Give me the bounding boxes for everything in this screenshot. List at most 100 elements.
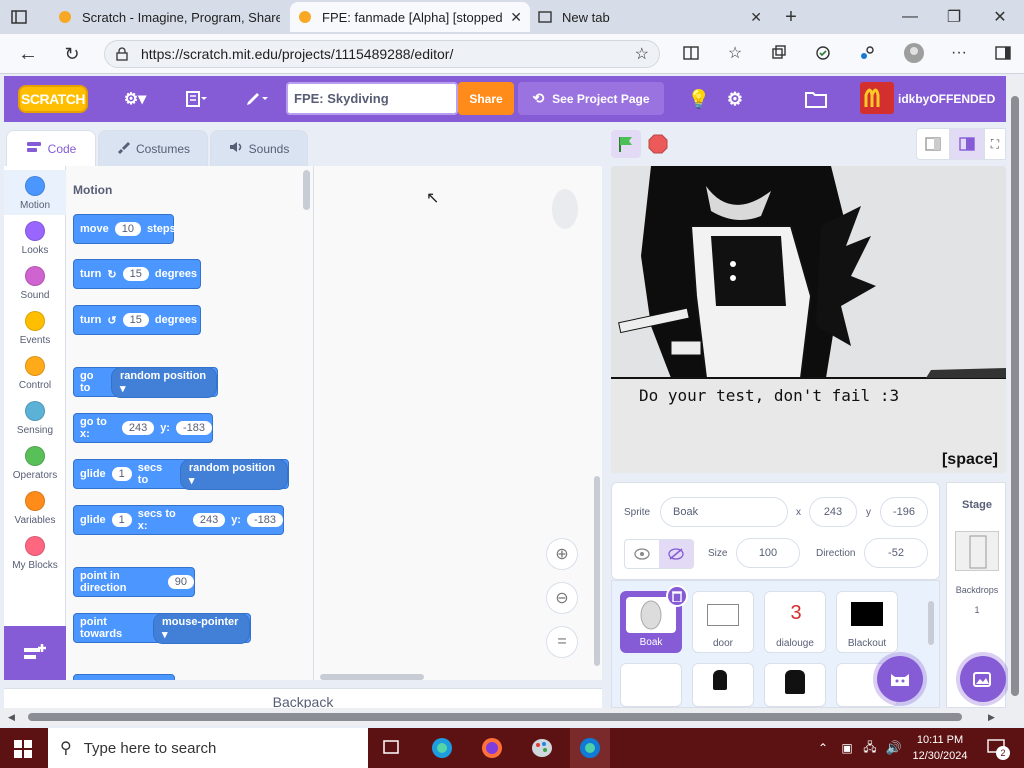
sprite-thumb-5[interactable]: [620, 663, 682, 707]
choose-backdrop-button[interactable]: [960, 656, 1006, 702]
x-input[interactable]: 243: [192, 513, 226, 527]
point-towards-block[interactable]: point towards mouse-pointer ▾: [73, 612, 251, 644]
go-to-xy-block[interactable]: go to x: 243 y: -183: [73, 413, 213, 443]
category-operators[interactable]: Operators: [4, 440, 66, 485]
page-h-scrollbar[interactable]: ◀ ▶: [0, 708, 1024, 726]
zoom-out-button[interactable]: ⊖: [546, 582, 578, 614]
show-eye-icon[interactable]: [625, 540, 659, 568]
favorites-icon[interactable]: ☆: [724, 42, 746, 64]
scroll-left-arrow-icon[interactable]: ◀: [8, 712, 15, 723]
category-sound[interactable]: Sound: [4, 260, 66, 305]
category-variables[interactable]: Variables: [4, 485, 66, 530]
size-input[interactable]: 100: [736, 538, 800, 568]
address-bar[interactable]: https://scratch.mit.edu/projects/1115489…: [104, 40, 660, 68]
paint-taskbar-icon[interactable]: [528, 734, 556, 762]
add-extension-button[interactable]: [4, 626, 66, 680]
minimize-button[interactable]: —: [900, 8, 920, 26]
scratch-logo[interactable]: SCRATCH: [18, 85, 88, 113]
glide-to-block[interactable]: glide 1 secs to random position ▾: [73, 458, 289, 490]
tab-code[interactable]: Code: [6, 130, 96, 166]
browser-tab-project[interactable]: FPE: fanmade [Alpha] [stopped up ✕: [290, 2, 530, 32]
taskbar-search-box[interactable]: ⚲ Type here to search: [48, 728, 368, 768]
notifications-button[interactable]: 2: [984, 736, 1010, 760]
category-my-blocks[interactable]: My Blocks: [4, 530, 66, 575]
my-stuff-folder-icon[interactable]: [802, 86, 830, 112]
stage-canvas[interactable]: Do your test, don't fail :3 [space]: [611, 166, 1006, 473]
network-icon[interactable]: 🖧: [860, 738, 880, 758]
y-position-input[interactable]: -196: [880, 497, 928, 527]
direction-input[interactable]: 90: [167, 575, 194, 589]
secs-input[interactable]: 1: [111, 467, 132, 481]
sprite-name-input[interactable]: Boak: [660, 497, 788, 527]
zoom-in-button[interactable]: ⊕: [546, 538, 578, 570]
turn-right-block[interactable]: turn ↻ 15 degrees: [73, 259, 201, 289]
new-tab-button[interactable]: +: [780, 6, 802, 28]
workspace-h-scrollbar[interactable]: [320, 674, 424, 680]
partial-block[interactable]: [73, 674, 175, 680]
category-sensing[interactable]: Sensing: [4, 395, 66, 440]
more-options-icon[interactable]: ···: [948, 42, 970, 64]
page-v-scrollbar[interactable]: [1008, 76, 1022, 710]
category-control[interactable]: Control: [4, 350, 66, 395]
stop-button[interactable]: [646, 132, 670, 156]
edge-beta-taskbar-icon[interactable]: [570, 728, 610, 768]
debug-gear-icon[interactable]: ⚙: [722, 86, 748, 112]
browser-essentials-icon[interactable]: [812, 42, 834, 64]
sprite-thumb-dialouge[interactable]: 3 dialouge: [764, 591, 826, 653]
secs-input[interactable]: 1: [111, 513, 132, 527]
close-tab-icon[interactable]: ✕: [510, 9, 522, 26]
sprite-list-scrollbar[interactable]: [928, 601, 934, 645]
delete-sprite-button[interactable]: [666, 585, 688, 607]
sprite-thumb-blackout[interactable]: Blackout: [836, 591, 898, 653]
page-h-scroll-thumb[interactable]: [28, 713, 962, 721]
move-steps-block[interactable]: move 10 steps: [73, 214, 176, 244]
show-hidden-icons-chevron[interactable]: ⌃: [814, 738, 832, 758]
glide-target-dropdown[interactable]: random position ▾: [179, 458, 288, 490]
glide-to-xy-block[interactable]: glide 1 secs to x: 243 y: -183: [73, 505, 284, 535]
sprite-thumb-6[interactable]: [692, 663, 754, 707]
workspace-v-scrollbar[interactable]: [594, 476, 600, 666]
reload-icon[interactable]: ↻: [60, 42, 84, 66]
add-favorite-star-icon[interactable]: ☆: [635, 44, 649, 64]
user-avatar[interactable]: [860, 82, 894, 114]
sprite-thumb-door[interactable]: door: [692, 591, 754, 653]
clock-time[interactable]: 10:11 PM: [908, 732, 972, 748]
point-in-direction-block[interactable]: point in direction 90: [73, 567, 195, 597]
extensions-icon[interactable]: [856, 42, 878, 64]
y-input[interactable]: -183: [246, 513, 283, 527]
code-workspace[interactable]: ↖ ⊕ ⊖ =: [314, 166, 602, 680]
x-position-input[interactable]: 243: [809, 497, 857, 527]
palette-scrollbar[interactable]: [303, 170, 310, 210]
profile-avatar[interactable]: [902, 41, 926, 65]
close-window-button[interactable]: ✕: [990, 8, 1010, 26]
green-flag-button[interactable]: [611, 130, 641, 158]
collections-icon[interactable]: [768, 42, 790, 64]
fullscreen-icon[interactable]: ⛶: [984, 128, 1006, 160]
y-input[interactable]: -183: [175, 421, 212, 435]
normal-stage-button[interactable]: [950, 128, 984, 160]
sprite-thumb-7[interactable]: [764, 663, 826, 707]
settings-gear-icon[interactable]: ⚙▾: [118, 86, 152, 112]
firefox-taskbar-icon[interactable]: [478, 734, 506, 762]
degrees-input[interactable]: 15: [122, 267, 149, 281]
small-stage-button[interactable]: [916, 128, 950, 160]
tab-sounds[interactable]: Sounds: [210, 130, 308, 166]
go-to-target-dropdown[interactable]: random position ▾: [110, 366, 217, 398]
page-v-scroll-thumb[interactable]: [1011, 96, 1019, 696]
category-motion[interactable]: Motion: [4, 170, 66, 215]
tab-actions-icon[interactable]: [10, 8, 28, 26]
back-arrow-icon[interactable]: ←: [16, 42, 40, 66]
lightbulb-icon[interactable]: 💡: [686, 86, 712, 112]
sidebar-toggle-icon[interactable]: [992, 42, 1014, 64]
choose-sprite-button[interactable]: [877, 656, 923, 702]
zoom-reset-button[interactable]: =: [546, 626, 578, 658]
degrees-input[interactable]: 15: [122, 313, 149, 327]
browser-tab-scratch-home[interactable]: Scratch - Imagine, Program, Share: [50, 2, 288, 32]
see-project-page-button[interactable]: ⟲ See Project Page: [518, 82, 664, 115]
browser-tab-new-tab[interactable]: New tab ✕: [530, 2, 770, 32]
username-label[interactable]: idkbyOFFENDED: [898, 86, 1002, 112]
file-menu-icon[interactable]: [180, 86, 214, 112]
volume-icon[interactable]: 🔊: [884, 738, 904, 758]
x-input[interactable]: 243: [121, 421, 155, 435]
point-towards-dropdown[interactable]: mouse-pointer ▾: [153, 612, 250, 644]
